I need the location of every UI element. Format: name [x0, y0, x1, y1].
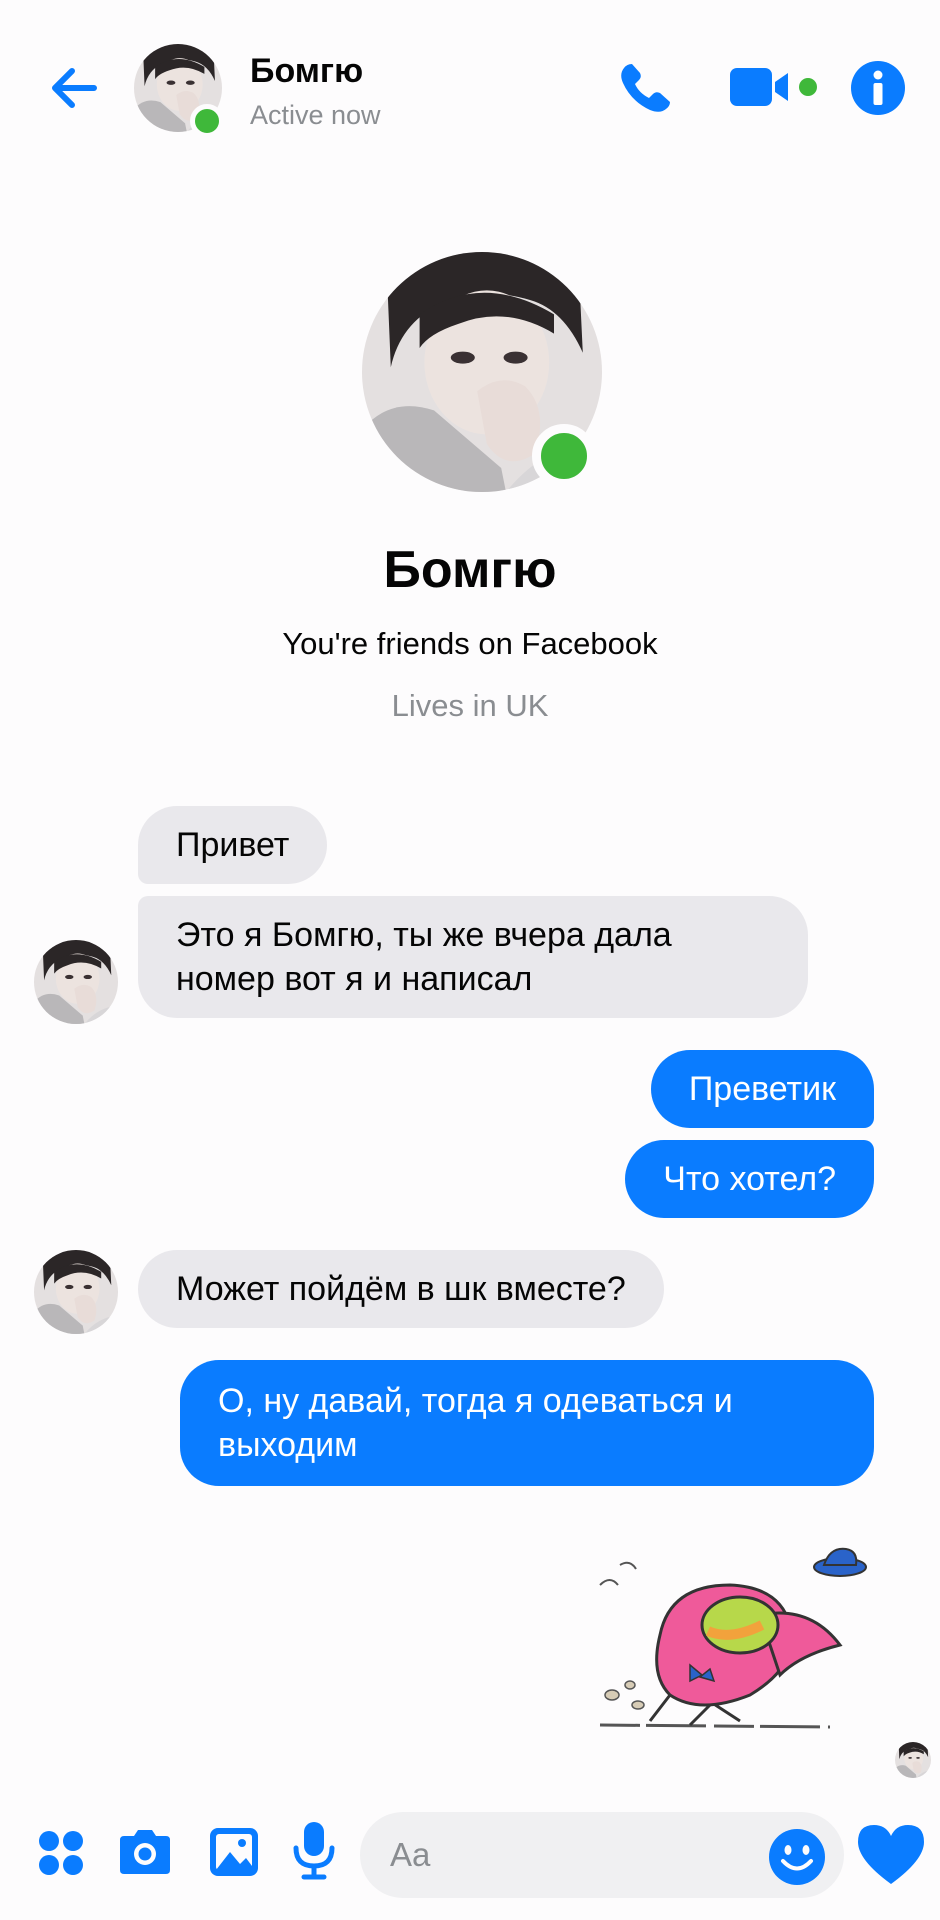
message-bubble-outgoing[interactable]: О, ну давай, тогда я одеваться и выходим [180, 1360, 874, 1486]
message-composer [0, 1790, 940, 1920]
four-dots-icon[interactable] [38, 1830, 84, 1876]
message-bubble-incoming[interactable]: Это я Бомгю, ты же вчера дала номер вот … [138, 896, 808, 1018]
sender-avatar[interactable] [34, 940, 118, 1024]
message-bubble-outgoing[interactable]: Преветик [650, 1050, 874, 1128]
active-status: Active now [250, 100, 381, 130]
camera-icon[interactable] [116, 1826, 174, 1878]
online-indicator [190, 104, 224, 138]
message-bubble-incoming[interactable]: Привет [138, 806, 328, 884]
running-bird-sticker[interactable] [590, 1545, 880, 1745]
microphone-icon[interactable] [292, 1820, 336, 1880]
phone-icon[interactable] [616, 58, 676, 118]
video-camera-icon[interactable] [728, 62, 824, 114]
friends-status: You're friends on Facebook [282, 626, 658, 661]
contact-name[interactable]: Бомгю [250, 52, 363, 91]
profile-location: Lives in UK [391, 688, 549, 723]
back-arrow-icon[interactable] [44, 58, 104, 118]
seen-indicator-avatar [895, 1742, 931, 1778]
chat-header: Бомгю Active now [0, 0, 940, 170]
sender-avatar[interactable] [34, 1250, 118, 1334]
message-bubble-incoming[interactable]: Может пойдём в шк вместе? [138, 1250, 664, 1328]
profile-name: Бомгю [383, 541, 557, 599]
heart-icon[interactable] [856, 1822, 926, 1886]
info-icon[interactable] [850, 60, 906, 116]
message-bubble-outgoing[interactable]: Что хотел? [625, 1140, 874, 1218]
emoji-icon[interactable] [768, 1828, 826, 1886]
profile-online-indicator [532, 424, 596, 488]
image-icon[interactable] [208, 1826, 260, 1878]
